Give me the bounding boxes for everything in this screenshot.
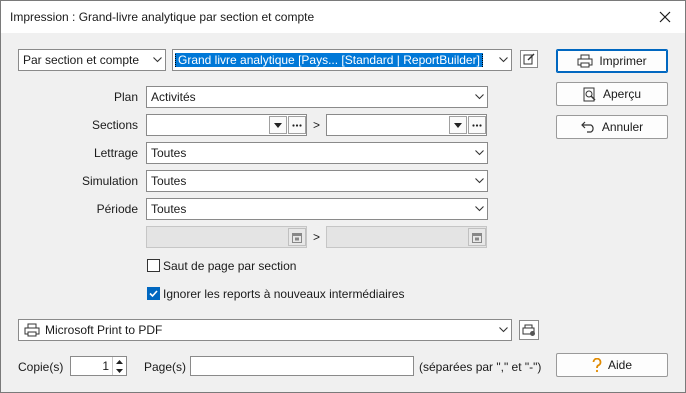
pages-label: Page(s) bbox=[144, 360, 187, 374]
chevron-down-icon bbox=[495, 50, 511, 70]
copies-spinner[interactable]: 1 bbox=[70, 356, 127, 376]
sections-from-browse[interactable] bbox=[288, 116, 306, 134]
triangle-down-icon bbox=[454, 122, 462, 128]
print-button[interactable]: Imprimer bbox=[556, 49, 668, 73]
saut-page-checkbox[interactable] bbox=[147, 259, 160, 272]
cancel-button[interactable]: Annuler bbox=[556, 115, 668, 139]
printer-settings-icon bbox=[522, 324, 535, 336]
calendar-from-button bbox=[288, 228, 306, 246]
edit-report-button[interactable] bbox=[520, 50, 538, 68]
calendar-icon bbox=[472, 232, 482, 243]
chevron-down-icon bbox=[471, 199, 487, 219]
lettrage-value: Toutes bbox=[151, 146, 187, 160]
simulation-label: Simulation bbox=[81, 174, 138, 188]
pages-input[interactable] bbox=[190, 356, 414, 376]
calendar-to-button bbox=[468, 228, 486, 246]
triangle-down-icon bbox=[274, 122, 282, 128]
pages-hint: (séparées par "," et "-") bbox=[419, 360, 542, 374]
report-model-value: Grand livre analytique [Pays... [Standar… bbox=[175, 53, 483, 67]
saut-page-label: Saut de page par section bbox=[163, 259, 297, 273]
date-to-field bbox=[326, 226, 487, 248]
periode-combo[interactable]: Toutes bbox=[146, 198, 488, 220]
date-from-field bbox=[146, 226, 307, 248]
print-dialog: Impression : Grand-livre analytique par … bbox=[0, 0, 686, 393]
sections-to-dropdown[interactable] bbox=[449, 116, 467, 134]
sections-label: Sections bbox=[91, 118, 138, 132]
calendar-icon bbox=[292, 232, 302, 243]
printer-properties-button[interactable] bbox=[519, 320, 539, 340]
simulation-combo[interactable]: Toutes bbox=[146, 170, 488, 192]
preview-icon bbox=[583, 87, 596, 101]
sections-to-combo[interactable] bbox=[326, 114, 487, 136]
printer-name: Microsoft Print to PDF bbox=[45, 323, 163, 337]
lettrage-combo[interactable]: Toutes bbox=[146, 142, 488, 164]
question-mark-icon bbox=[592, 357, 602, 372]
chevron-down-icon bbox=[471, 87, 487, 107]
print-button-label: Imprimer bbox=[599, 54, 647, 68]
ellipsis-icon bbox=[292, 123, 302, 127]
preview-button[interactable]: Aperçu bbox=[556, 82, 668, 106]
ignorer-reports-label: Ignorer les reports à nouveaux intermédi… bbox=[163, 287, 405, 301]
spin-down-icon[interactable] bbox=[113, 366, 126, 375]
printer-icon bbox=[577, 54, 593, 68]
periode-label: Période bbox=[96, 202, 138, 216]
ignorer-reports-checkbox[interactable] bbox=[147, 287, 160, 300]
sections-to-browse[interactable] bbox=[468, 116, 486, 134]
printer-icon bbox=[22, 323, 42, 337]
plan-combo[interactable]: Activités bbox=[146, 86, 488, 108]
edit-icon bbox=[523, 53, 535, 65]
chevron-down-icon bbox=[495, 320, 511, 340]
checkmark-icon bbox=[149, 290, 158, 298]
sort-order-combo[interactable]: Par section et compte bbox=[18, 49, 166, 71]
lettrage-label: Lettrage bbox=[93, 146, 138, 160]
chevron-down-icon bbox=[471, 143, 487, 163]
title-bar: Impression : Grand-livre analytique par … bbox=[1, 1, 685, 33]
preview-button-label: Aperçu bbox=[602, 87, 642, 101]
chevron-down-icon bbox=[149, 50, 165, 70]
copies-value: 1 bbox=[102, 359, 109, 373]
report-model-combo[interactable]: Grand livre analytique [Pays... [Standar… bbox=[172, 49, 512, 71]
plan-label: Plan bbox=[113, 90, 138, 104]
periode-value: Toutes bbox=[151, 202, 187, 216]
date-range-separator: > bbox=[313, 230, 321, 244]
close-icon bbox=[659, 11, 671, 23]
sort-order-value: Par section et compte bbox=[23, 53, 140, 67]
spin-up-icon[interactable] bbox=[113, 357, 126, 366]
sections-from-combo[interactable] bbox=[146, 114, 307, 136]
ellipsis-icon bbox=[472, 123, 482, 127]
copies-label: Copie(s) bbox=[18, 360, 64, 374]
help-button[interactable]: Aide bbox=[556, 353, 668, 377]
cancel-button-label: Annuler bbox=[601, 120, 644, 134]
simulation-value: Toutes bbox=[151, 174, 187, 188]
undo-arrow-icon bbox=[580, 121, 594, 133]
plan-value: Activités bbox=[151, 90, 196, 104]
close-button[interactable] bbox=[645, 1, 685, 33]
printer-combo[interactable]: Microsoft Print to PDF bbox=[18, 319, 512, 341]
window-title: Impression : Grand-livre analytique par … bbox=[10, 10, 315, 24]
sections-from-dropdown[interactable] bbox=[269, 116, 287, 134]
sections-range-separator: > bbox=[313, 118, 321, 132]
help-button-label: Aide bbox=[607, 358, 633, 372]
chevron-down-icon bbox=[471, 171, 487, 191]
